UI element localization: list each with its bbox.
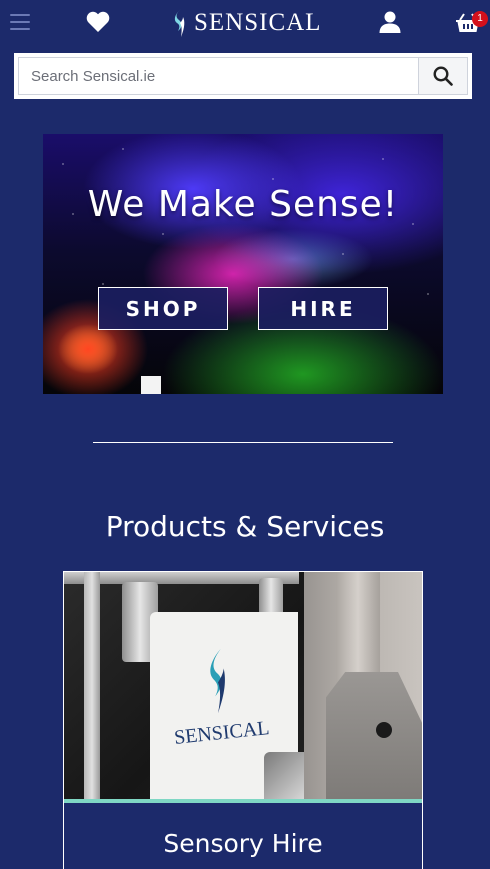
case-rail — [84, 572, 100, 799]
heart-icon[interactable] — [86, 11, 110, 33]
search-button[interactable] — [418, 57, 468, 95]
hero-light-decoration — [141, 376, 161, 394]
brand-logo[interactable]: SENSICAL — [170, 6, 321, 40]
search-icon — [433, 66, 453, 86]
case-corner — [264, 752, 304, 799]
case-brand-text: SENSICAL — [173, 717, 271, 749]
section-divider — [93, 442, 393, 443]
hero-title: We Make Sense! — [87, 184, 399, 225]
shop-button[interactable]: SHOP — [98, 287, 228, 330]
sensory-hire-image: SENSICAL — [64, 572, 422, 799]
search-input[interactable] — [18, 57, 418, 95]
logo-mark-icon — [210, 648, 225, 714]
user-account-icon[interactable] — [379, 11, 401, 33]
hire-button[interactable]: HIRE — [258, 287, 388, 330]
lamp-product — [326, 572, 422, 799]
logo-mark-icon — [174, 9, 185, 37]
product-card-sensory-hire[interactable]: SENSICAL Sensory Hire — [63, 571, 423, 869]
brand-name: SENSICAL — [194, 9, 322, 36]
cart-count-badge: 1 — [472, 11, 488, 27]
top-navbar: SENSICAL 1 — [0, 0, 490, 50]
hamburger-menu-icon[interactable] — [10, 14, 30, 30]
hero-banner: We Make Sense! SHOP HIRE — [43, 134, 443, 394]
search-bar — [14, 53, 472, 99]
products-services-heading: Products & Services — [105, 510, 385, 543]
card-title: Sensory Hire — [163, 829, 323, 858]
hero-background-image — [43, 134, 443, 394]
